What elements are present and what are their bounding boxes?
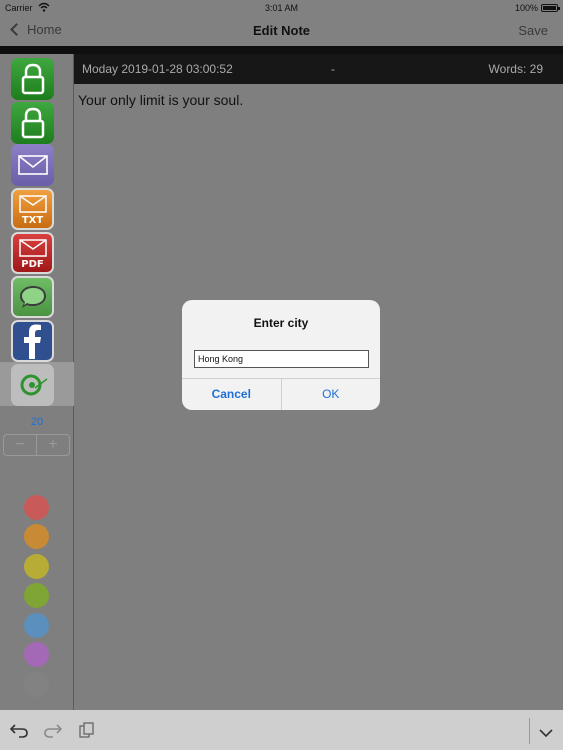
color-yellow-swatch[interactable] (24, 554, 49, 579)
decrease-font-button[interactable]: − (4, 435, 37, 455)
navigation-bar: Home Edit Note Save (0, 16, 563, 46)
lock-button-2[interactable] (11, 102, 54, 144)
page-title: Edit Note (252, 23, 311, 38)
toolbar-divider (0, 46, 563, 54)
lock-icon (21, 63, 44, 95)
undo-icon[interactable] (9, 722, 28, 743)
note-text[interactable]: Your only limit is your soul. (78, 92, 243, 108)
color-orange-swatch[interactable] (24, 524, 49, 549)
facebook-button[interactable] (11, 320, 54, 362)
facebook-icon (23, 324, 41, 359)
sidebar: TXT PDF 20 − + (0, 54, 74, 710)
dialog-title: Enter city (253, 316, 309, 330)
email-button[interactable] (11, 144, 54, 186)
mail-icon (17, 155, 48, 175)
location-button[interactable] (11, 364, 54, 406)
email-pdf-button[interactable]: PDF (11, 232, 54, 274)
cancel-button[interactable]: Cancel (182, 379, 282, 410)
enter-city-dialog: Enter city Cancel OK (182, 300, 380, 410)
map-pin-icon (20, 374, 47, 396)
message-icon (19, 286, 46, 308)
word-count: Words: 29 (488, 62, 543, 76)
lock-button[interactable] (11, 58, 54, 100)
txt-label: TXT (21, 215, 44, 226)
status-bar: Carrier 3:01 AM 100% (0, 0, 563, 16)
lock-icon (21, 107, 44, 139)
bottom-toolbar (0, 710, 563, 750)
note-date: Moday 2019-01-28 03:00:52 (82, 62, 233, 76)
ok-button[interactable]: OK (282, 379, 381, 410)
message-button[interactable] (11, 276, 54, 318)
battery-percentage: 100% (514, 3, 538, 13)
font-size-stepper: − + (3, 434, 70, 456)
toolbar-divider-line (529, 718, 530, 744)
color-red-swatch[interactable] (24, 495, 49, 520)
city-input[interactable] (194, 350, 369, 368)
note-info-bar: Moday 2019-01-28 03:00:52 - Words: 29 (74, 54, 563, 84)
chevron-down-icon[interactable] (539, 725, 553, 743)
copy-icon[interactable] (79, 722, 95, 743)
mail-pdf-icon (18, 239, 47, 257)
pdf-label: PDF (21, 259, 44, 270)
mail-txt-icon (18, 195, 47, 213)
color-blue-swatch[interactable] (24, 613, 49, 638)
save-button[interactable]: Save (518, 23, 548, 38)
dialog-buttons: Cancel OK (182, 378, 380, 410)
color-purple-swatch[interactable] (24, 642, 49, 667)
redo-icon[interactable] (44, 722, 63, 743)
info-separator: - (331, 62, 335, 76)
increase-font-button[interactable]: + (37, 435, 69, 455)
color-green-swatch[interactable] (24, 583, 49, 608)
status-time: 3:01 AM (264, 3, 299, 13)
email-txt-button[interactable]: TXT (11, 188, 54, 230)
battery-icon (541, 4, 560, 12)
font-size-value: 20 (30, 416, 44, 428)
color-gray-swatch[interactable] (24, 672, 49, 697)
